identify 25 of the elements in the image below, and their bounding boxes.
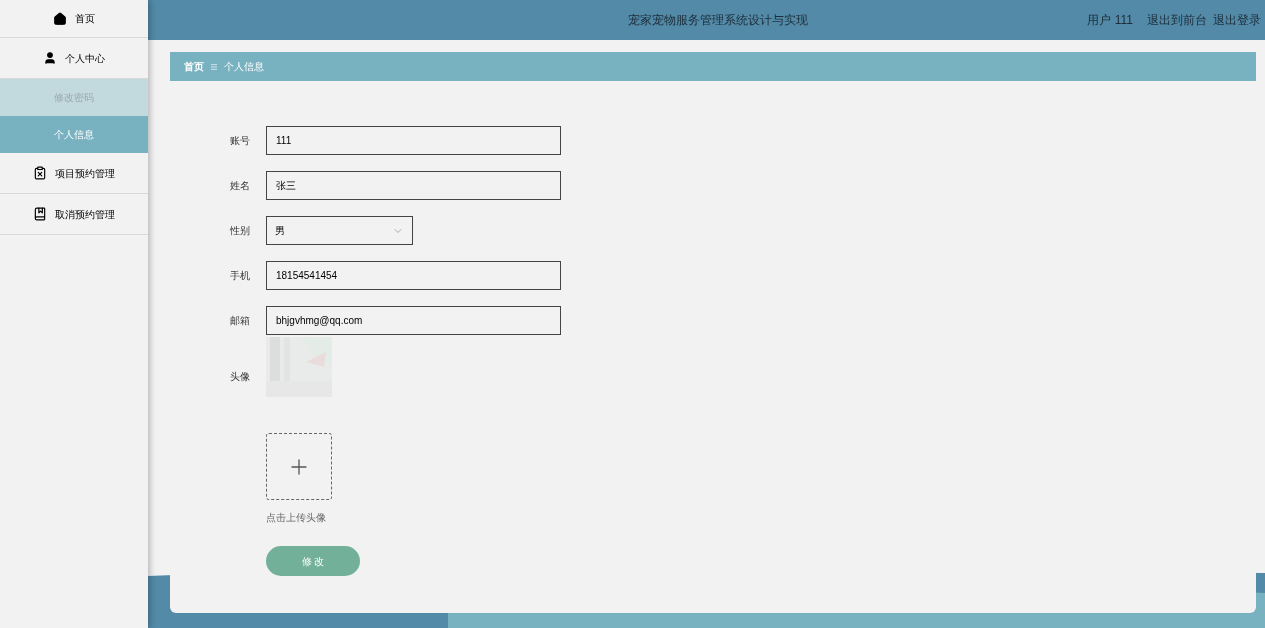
- input-field[interactable]: 111: [266, 126, 561, 155]
- field-label: 性别: [230, 224, 251, 238]
- book-icon: [33, 207, 47, 221]
- field-label: 手机: [230, 269, 251, 283]
- select-field[interactable]: 男: [266, 216, 413, 245]
- input-field[interactable]: 张三: [266, 171, 561, 200]
- user-label: 用户 111: [1087, 12, 1133, 29]
- upload-hint: 点击上传头像: [266, 511, 327, 525]
- clipboard-icon: [33, 166, 47, 180]
- home-icon: [53, 11, 67, 26]
- user-icon: [43, 51, 57, 65]
- input-field[interactable]: 18154541454: [266, 261, 561, 290]
- field-label: 姓名: [230, 179, 251, 193]
- header-link[interactable]: 退出到前台: [1147, 11, 1207, 29]
- input-field[interactable]: bhjgvhmg@qq.com: [266, 306, 561, 335]
- field-label: 邮箱: [230, 314, 251, 328]
- field-label: 头像: [230, 370, 251, 384]
- breadcrumb-current: 个人信息: [224, 60, 264, 74]
- header-link[interactable]: 退出登录: [1213, 11, 1261, 29]
- field-label: 账号: [230, 134, 251, 148]
- sidebar-item[interactable]: 取消预约管理: [0, 194, 148, 235]
- sidebar-item[interactable]: 项目预约管理: [0, 153, 148, 194]
- upload-button[interactable]: [266, 433, 332, 500]
- app-title: 宠家宠物服务管理系统设计与实现: [628, 12, 809, 29]
- separator-icon: [210, 62, 218, 71]
